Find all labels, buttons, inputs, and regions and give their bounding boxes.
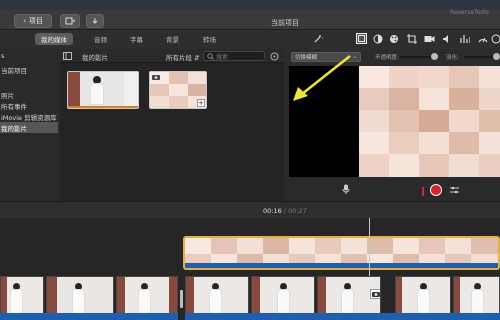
download-icon xyxy=(92,18,98,24)
media-grid-button[interactable] xyxy=(60,14,80,28)
clip-split-handle[interactable] xyxy=(180,290,183,308)
timeline-header: 00:16 / 00:27 xyxy=(0,201,500,218)
import-button[interactable] xyxy=(86,14,104,28)
chevron-updown-icon: ⇵ xyxy=(194,54,200,62)
search-placeholder: 搜索 xyxy=(216,53,229,61)
crop-icon[interactable] xyxy=(407,34,417,44)
opacity-label: 不透明度: xyxy=(375,55,399,61)
sidebar-toggle-icon[interactable] xyxy=(63,52,72,60)
back-arrow-icon: ‹ xyxy=(23,17,26,25)
sidebar-item-2[interactable] xyxy=(0,78,58,89)
filter-value: 所有片段 xyxy=(166,54,192,62)
browser-header: 我的影片 所有片段 ⇵ 搜索 xyxy=(60,49,284,63)
palette-icon[interactable] xyxy=(389,34,399,44)
sidebar-item-photos[interactable]: 照片 xyxy=(0,89,58,100)
tab-audio[interactable]: 音频 xyxy=(88,33,113,45)
speed-icon[interactable] xyxy=(478,34,488,44)
main-audio-strip-2 xyxy=(185,313,500,320)
color-icon[interactable] xyxy=(373,34,383,44)
camera-small-icon xyxy=(152,75,160,80)
window-title: 当前项目 xyxy=(271,19,299,27)
menu-strip xyxy=(0,0,500,10)
grid-icon xyxy=(65,17,75,25)
timeline-thumb-1 xyxy=(0,276,44,314)
viewer-frame xyxy=(359,66,500,177)
mic-icon[interactable] xyxy=(342,184,350,195)
annotation-arrow xyxy=(293,55,351,101)
timeline-thumb-2 xyxy=(46,276,114,314)
projects-back-button[interactable]: ‹ 项目 xyxy=(14,14,52,28)
total-time: 00:27 xyxy=(288,207,307,215)
opacity-slider-track[interactable] xyxy=(400,56,434,58)
camera-icon[interactable] xyxy=(424,34,435,44)
timeline-thumb-4 xyxy=(185,276,249,314)
media-clip-2[interactable]: + xyxy=(149,71,207,109)
timeline-thumb-8 xyxy=(453,276,500,314)
record-marker xyxy=(422,187,424,196)
settings-icon[interactable] xyxy=(270,52,279,61)
time-separator: / xyxy=(283,207,287,215)
clip-person-body xyxy=(90,83,104,105)
corner-text: ReverseTools xyxy=(450,9,489,16)
filter-dropdown[interactable]: 所有片段 ⇵ xyxy=(166,52,200,62)
blend-slider-knob[interactable] xyxy=(493,53,500,60)
viewer-bottom-bar xyxy=(284,178,500,201)
sidebar-item-0[interactable]: s xyxy=(0,50,58,61)
tab-titles[interactable]: 字幕 xyxy=(124,33,149,45)
tab-backgrounds[interactable]: 背景 xyxy=(160,33,185,45)
browser-tabs-bar: 我的媒体 音频 字幕 背景 转场 xyxy=(0,30,283,49)
library-sidebar: s 当前项目 照片 所有事件 iMovie 剪辑资源库 我的影片 xyxy=(0,49,60,201)
viewer-toolbar xyxy=(284,30,500,49)
search-icon xyxy=(207,52,214,60)
blend-label: 羽化: xyxy=(446,55,459,61)
timeline-thumb-3 xyxy=(116,276,178,314)
title-bar: ReverseTools ‹ 项目 当前项目 xyxy=(0,0,500,30)
clip-used-bar xyxy=(68,106,138,108)
sidebar-item-library[interactable]: iMovie 剪辑资源库 xyxy=(0,111,58,122)
clip-brick-wall xyxy=(68,72,80,106)
audio-icon[interactable] xyxy=(442,34,452,44)
timecode: 00:16 / 00:27 xyxy=(263,207,307,215)
camera-overlay-icon xyxy=(370,289,380,299)
add-clip-icon[interactable]: + xyxy=(197,99,205,107)
sidebar-item-my-movies[interactable]: 我的影片 xyxy=(0,122,58,133)
record-icon[interactable] xyxy=(430,184,442,196)
projects-back-label: 项目 xyxy=(28,17,43,25)
sidebar-item-all-events[interactable]: 所有事件 xyxy=(0,100,58,111)
current-time: 00:16 xyxy=(263,207,282,215)
overlay-clip[interactable] xyxy=(183,236,500,270)
tab-my-media[interactable]: 我的媒体 xyxy=(35,33,73,45)
main-audio-strip-1 xyxy=(0,313,178,320)
crop-frame-icon[interactable] xyxy=(356,33,367,44)
sidebar-item-project-media[interactable]: 当前项目 xyxy=(0,64,58,75)
opacity-slider-knob[interactable] xyxy=(431,53,438,60)
timeline-thumb-6 xyxy=(317,276,381,314)
overlay-audio-strip xyxy=(185,263,498,268)
wand-icon[interactable] xyxy=(313,34,323,44)
audio-mix-icon[interactable] xyxy=(450,186,459,194)
equalizer-icon[interactable] xyxy=(460,34,470,44)
info-icon[interactable] xyxy=(491,34,500,44)
browser-title: 我的影片 xyxy=(82,54,108,62)
blend-slider-track[interactable] xyxy=(464,56,496,58)
timeline-thumb-7 xyxy=(395,276,451,314)
search-input[interactable]: 搜索 xyxy=(203,51,265,61)
media-clip-1[interactable] xyxy=(67,71,139,109)
tab-transitions[interactable]: 转场 xyxy=(197,33,222,45)
timeline-thumb-5 xyxy=(251,276,315,314)
